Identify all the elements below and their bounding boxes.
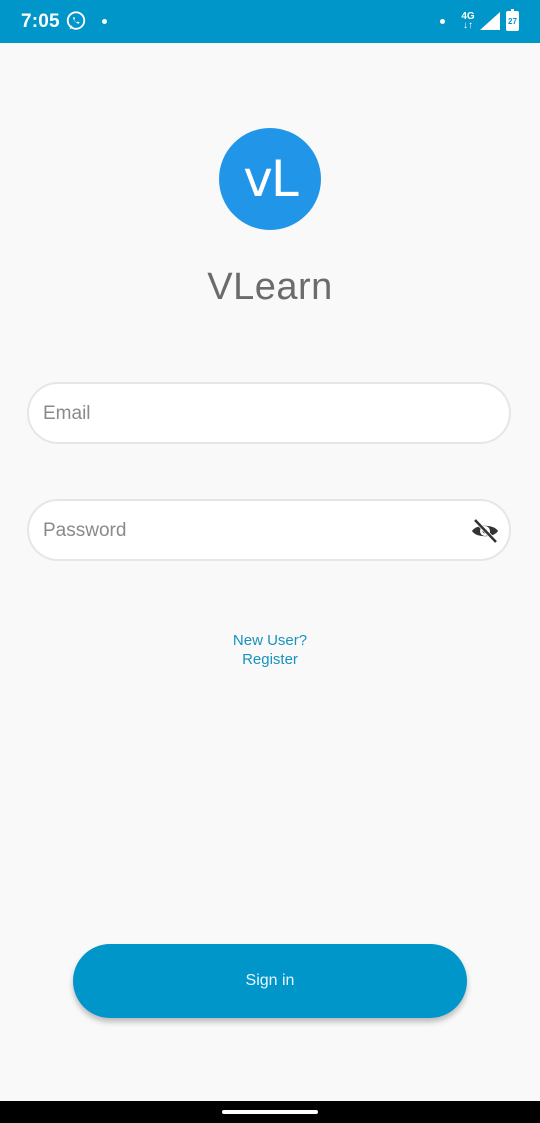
whatsapp-icon <box>66 11 86 30</box>
password-field[interactable] <box>27 499 511 561</box>
status-bar: 7:05 4G ↓↑ 27 <box>0 0 540 43</box>
battery-level: 27 <box>508 17 517 26</box>
sign-in-button[interactable]: Sign in <box>73 944 467 1018</box>
register-link[interactable]: Register <box>0 651 540 668</box>
network-type-label: 4G <box>461 11 475 22</box>
signal-icon <box>480 12 500 30</box>
battery-icon: 27 <box>506 9 519 31</box>
new-user-link[interactable]: New User? <box>0 632 540 649</box>
email-field[interactable] <box>27 382 511 444</box>
app-logo: vL <box>219 128 321 230</box>
status-time: 7:05 <box>21 11 60 32</box>
status-dot <box>440 19 445 24</box>
home-handle[interactable] <box>222 1110 318 1114</box>
eye-off-icon[interactable] <box>469 515 501 547</box>
app-logo-text: vL <box>243 150 298 208</box>
password-input[interactable] <box>41 501 465 561</box>
navigation-bar <box>0 1101 540 1123</box>
email-input[interactable] <box>41 384 465 444</box>
app-title: VLearn <box>207 266 333 308</box>
notification-dot <box>102 19 107 24</box>
network-type-icon: 4G ↓↑ <box>461 11 475 31</box>
